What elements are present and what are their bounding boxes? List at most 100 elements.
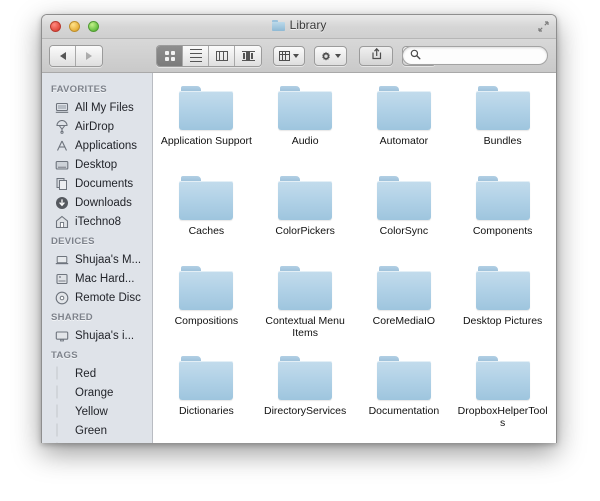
sidebar-item-all-my-files[interactable]: All My Files [42,98,152,117]
icon-view-button[interactable] [157,45,183,66]
search-icon [410,47,421,65]
sidebar-item-applications[interactable]: Applications [42,136,152,155]
search-input[interactable] [425,49,543,62]
window-titlebar[interactable]: Library [42,15,556,39]
sidebar-item-tag-green[interactable]: Green [42,421,152,440]
back-button[interactable] [50,45,76,66]
sidebar-item-home[interactable]: iTechno8 [42,212,152,231]
tag-dot-icon [55,386,69,400]
folder-icon [278,356,333,400]
coverflow-icon [241,50,255,61]
file-item-label: Bundles [483,135,522,147]
file-item[interactable] [355,441,454,443]
file-item-label: CoreMediaIO [372,315,436,327]
tag-dot-icon [55,424,69,438]
folder-icon [179,176,234,220]
fullscreen-icon[interactable] [538,21,549,32]
file-item-label: Dictionaries [178,405,234,417]
nav-buttons [49,44,103,67]
chevron-down-icon [293,53,299,58]
file-item[interactable]: DropboxHelperTools [453,351,552,441]
file-item[interactable]: Automator [355,81,454,171]
share-button[interactable] [359,45,393,66]
file-item-label: DirectoryServices [263,405,347,417]
sidebar-item-tag-blue[interactable]: Blue [42,440,152,443]
sidebar-item-airdrop[interactable]: AirDrop [42,117,152,136]
list-view-button[interactable] [183,45,209,66]
coverflow-view-button[interactable] [235,45,261,66]
folder-icon [179,86,234,130]
file-item[interactable]: Desktop Pictures [453,261,552,351]
file-item-label: Automator [379,135,429,147]
file-grid[interactable]: Application Support Audio Automator Bund… [153,73,556,443]
applications-icon [55,139,69,153]
search-field[interactable] [402,46,548,65]
sidebar-item-label: Remote Disc [75,291,141,304]
display-icon [55,329,69,343]
sidebar-item-label: Applications [75,139,138,152]
file-item[interactable] [453,441,552,443]
sidebar-item-documents[interactable]: Documents [42,174,152,193]
file-item-label: Documentation [368,405,440,417]
chevron-left-icon [59,51,66,60]
sidebar-item-desktop[interactable]: Desktop [42,155,152,174]
sidebar-item-tag-yellow[interactable]: Yellow [42,402,152,421]
sidebar-item-tag-orange[interactable]: Orange [42,383,152,402]
file-item[interactable]: Dictionaries [157,351,256,441]
sidebar-item-remote-disc[interactable]: Remote Disc [42,288,152,307]
sidebar-item-downloads[interactable]: Downloads [42,193,152,212]
file-item[interactable]: Contextual Menu Items [256,261,355,351]
folder-icon [376,86,431,130]
window-title: Library [42,18,556,32]
file-item[interactable]: Application Support [157,81,256,171]
gear-icon [320,50,332,62]
sidebar-item-label: AirDrop [75,120,114,133]
share-icon [370,47,383,65]
file-item[interactable]: Caches [157,171,256,261]
file-item-label: ColorSync [379,225,429,237]
file-item[interactable]: CoreMediaIO [355,261,454,351]
sidebar-item-shared-imac[interactable]: Shujaa's i... [42,326,152,345]
file-item[interactable]: Compositions [157,261,256,351]
file-item[interactable]: Documentation [355,351,454,441]
screenshot-root: Library FAVORITES All My Files AirDrop A… [0,0,600,501]
file-item[interactable]: Components [453,171,552,261]
file-item-label: Compositions [174,315,239,327]
sidebar-item-label: All My Files [75,101,134,114]
file-item-label: DropboxHelperTools [457,405,548,429]
disc-icon [55,291,69,305]
harddisk-icon [55,272,69,286]
file-item[interactable]: DirectoryServices [256,351,355,441]
folder-icon [179,356,234,400]
sidebar-item-label: Shujaa's M... [75,253,142,266]
forward-button[interactable] [76,45,102,66]
action-button[interactable] [314,45,347,66]
sidebar-item-label: Mac Hard... [75,272,135,285]
sidebar-item-label: Documents [75,177,134,190]
folder-icon [475,356,530,400]
sidebar-item-macbook[interactable]: Shujaa's M... [42,250,152,269]
file-item[interactable]: ColorPickers [256,171,355,261]
file-item[interactable]: Bundles [453,81,552,171]
sidebar-item-harddisk[interactable]: Mac Hard... [42,269,152,288]
folder-icon [278,266,333,310]
folder-icon [475,266,530,310]
file-item-label: ColorPickers [275,225,335,237]
sidebar-section-favorites-header: FAVORITES [51,84,107,95]
arrange-button[interactable] [273,45,305,66]
sidebar-item-label: Red [75,367,97,380]
file-item[interactable] [157,441,256,443]
view-mode-buttons [156,44,262,67]
file-item[interactable]: Audio [256,81,355,171]
chevron-right-icon [86,51,92,60]
all-my-files-icon [55,101,69,115]
sidebar-item-label: Green [75,424,107,437]
file-item[interactable]: ColorSync [355,171,454,261]
column-view-button[interactable] [209,45,235,66]
folder-icon [376,266,431,310]
sidebar-item-tag-red[interactable]: Red [42,364,152,383]
file-item[interactable] [256,441,355,443]
desktop-icon [55,158,69,172]
sidebar-item-label: Orange [75,386,114,399]
chevron-down-icon [335,53,341,58]
